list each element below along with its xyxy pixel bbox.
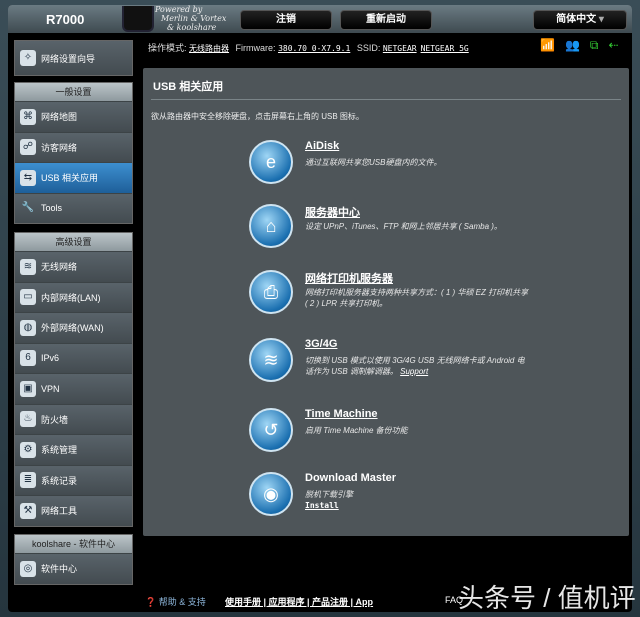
- router-logo-icon: [122, 6, 154, 32]
- 3g4g-link[interactable]: 3G/4G: [305, 338, 337, 350]
- support-link[interactable]: Support: [400, 367, 428, 376]
- clients-icon[interactable]: 👥: [565, 38, 580, 53]
- modem-icon[interactable]: ≋: [249, 338, 293, 382]
- sidebar-wizard-block: ✧ 网络设置向导: [14, 40, 133, 76]
- help-icon: ❓: [145, 597, 157, 607]
- vpn-icon: ▣: [20, 380, 36, 397]
- map-icon: ⌘: [20, 108, 36, 125]
- printer-icon[interactable]: ⎙: [249, 270, 293, 314]
- server-house-icon[interactable]: ⌂: [249, 204, 293, 248]
- log-icon: ≣: [20, 472, 36, 489]
- sidebar-item-usb[interactable]: ⇆ USB 相关应用: [15, 162, 132, 193]
- sidebar-koolshare: koolshare - 软件中心 ◎ 软件中心: [14, 534, 133, 585]
- footer-links[interactable]: 使用手册 | 应用程序 | 产品注册 | App: [225, 595, 373, 608]
- sidebar-item-vpn[interactable]: ▣ VPN: [15, 373, 132, 404]
- nettools-icon: ⚒: [20, 502, 36, 519]
- download-master-title: Download Master: [305, 472, 397, 484]
- sidebar-general: 一般设置 ⌘ 网络地图 ☍ 访客网络 ⇆ USB 相关应用 🔧 Tools: [14, 82, 133, 224]
- ipv6-icon: 6: [20, 350, 36, 367]
- sidebar-item-wireless[interactable]: ≋ 无线网络: [15, 251, 132, 282]
- software-center-icon: ◎: [20, 560, 36, 577]
- printer-server-link[interactable]: 网络打印机服务器: [305, 270, 393, 286]
- status-bar: 操作模式: 无线路由器 Firmware: 380.70_0-X7.9.1 SS…: [148, 43, 469, 53]
- koolshare-heading: koolshare - 软件中心: [15, 535, 132, 553]
- sidebar-item-nettools[interactable]: ⚒ 网络工具: [15, 495, 132, 526]
- advanced-heading: 高级设置: [15, 233, 132, 251]
- sidebar-item-firewall[interactable]: ♨ 防火墙: [15, 403, 132, 434]
- app-aidisk: e AiDisk 通过互联网共享您USB硬盘内的文件。: [249, 140, 609, 190]
- logout-button[interactable]: 注销: [240, 10, 332, 30]
- time-machine-link[interactable]: Time Machine: [305, 408, 378, 420]
- sidebar-item-network-map[interactable]: ⌘ 网络地图: [15, 101, 132, 132]
- help-support[interactable]: ❓ 帮助 & 支持: [145, 595, 206, 608]
- router-model: R7000: [46, 12, 85, 27]
- sidebar-item-software-center[interactable]: ◎ 软件中心: [15, 553, 132, 584]
- app-3g4g: ≋ 3G/4G 切换到 USB 模式以使用 3G/4G USB 无线网络卡或 A…: [249, 338, 609, 388]
- firmware-link[interactable]: 380.70_0-X7.9.1: [278, 44, 350, 53]
- copy-icon[interactable]: ⧉: [590, 38, 599, 53]
- sidebar-item-tools[interactable]: 🔧 Tools: [15, 192, 132, 223]
- app-download-master: ◉ Download Master 脱机下载引擎 Install: [249, 472, 609, 522]
- firewall-icon: ♨: [20, 411, 36, 428]
- server-center-link[interactable]: 服务器中心: [305, 204, 360, 220]
- wan-icon: ◍: [20, 319, 36, 336]
- sidebar-item-wizard[interactable]: ✧ 网络设置向导: [15, 41, 132, 75]
- usb-app-icon: ⇆: [20, 169, 36, 186]
- divider: [151, 99, 621, 100]
- guest-icon: ☍: [20, 139, 36, 156]
- ssid-link[interactable]: NETGEAR: [383, 44, 417, 53]
- aidisk-icon[interactable]: e: [249, 140, 293, 184]
- sidebar-item-syslog[interactable]: ≣ 系统记录: [15, 464, 132, 495]
- aidisk-link[interactable]: AiDisk: [305, 140, 339, 152]
- page-description: 欲从路由器中安全移除硬盘，点击屏幕右上角的 USB 图标。: [151, 112, 364, 121]
- sidebar-item-guest[interactable]: ☍ 访客网络: [15, 131, 132, 162]
- wizard-icon: ✧: [20, 50, 36, 66]
- watermark: 头条号 / 值机评: [458, 583, 636, 613]
- content-panel: USB 相关应用 欲从路由器中安全移除硬盘，点击屏幕右上角的 USB 图标。 e…: [143, 68, 629, 536]
- sidebar-item-lan[interactable]: ▭ 内部网络(LAN): [15, 281, 132, 312]
- usb-icon[interactable]: ⇠: [608, 38, 618, 53]
- general-heading: 一般设置: [15, 83, 132, 101]
- install-link[interactable]: Install: [305, 501, 339, 510]
- sidebar-item-ipv6[interactable]: 6 IPv6: [15, 342, 132, 373]
- app-time-machine: ↺ Time Machine 启用 Time Machine 备份功能: [249, 408, 609, 458]
- ssid-5g-link[interactable]: NETGEAR_5G: [421, 44, 469, 53]
- lan-icon: ▭: [20, 289, 36, 306]
- app-printer-server: ⎙ 网络打印机服务器 网络打印机服务器支持两种共享方式：( 1 ) 华硕 EZ …: [249, 270, 609, 320]
- gear-icon: ⚙: [20, 441, 36, 458]
- powered-by: Powered by Merlin & Vortex & koolshare: [155, 5, 227, 32]
- reboot-button[interactable]: 重新启动: [340, 10, 432, 30]
- tools-icon: 🔧: [21, 202, 35, 214]
- sidebar-item-admin[interactable]: ⚙ 系统管理: [15, 434, 132, 465]
- wireless-icon: ≋: [20, 258, 36, 275]
- sidebar-item-wan[interactable]: ◍ 外部网络(WAN): [15, 312, 132, 343]
- page-title: USB 相关应用: [153, 81, 224, 93]
- app-server-center: ⌂ 服务器中心 设定 UPnP、iTunes、FTP 和网上邻居共享 ( Sam…: [249, 204, 609, 254]
- time-machine-icon[interactable]: ↺: [249, 408, 293, 452]
- language-select[interactable]: 简体中文 ▾: [533, 10, 627, 30]
- op-mode-link[interactable]: 无线路由器: [189, 44, 229, 53]
- wifi-icon[interactable]: 📶: [540, 38, 555, 53]
- download-globe-icon[interactable]: ◉: [249, 472, 293, 516]
- sidebar-advanced: 高级设置 ≋ 无线网络 ▭ 内部网络(LAN) ◍ 外部网络(WAN) 6 IPv6 ▣…: [14, 232, 133, 527]
